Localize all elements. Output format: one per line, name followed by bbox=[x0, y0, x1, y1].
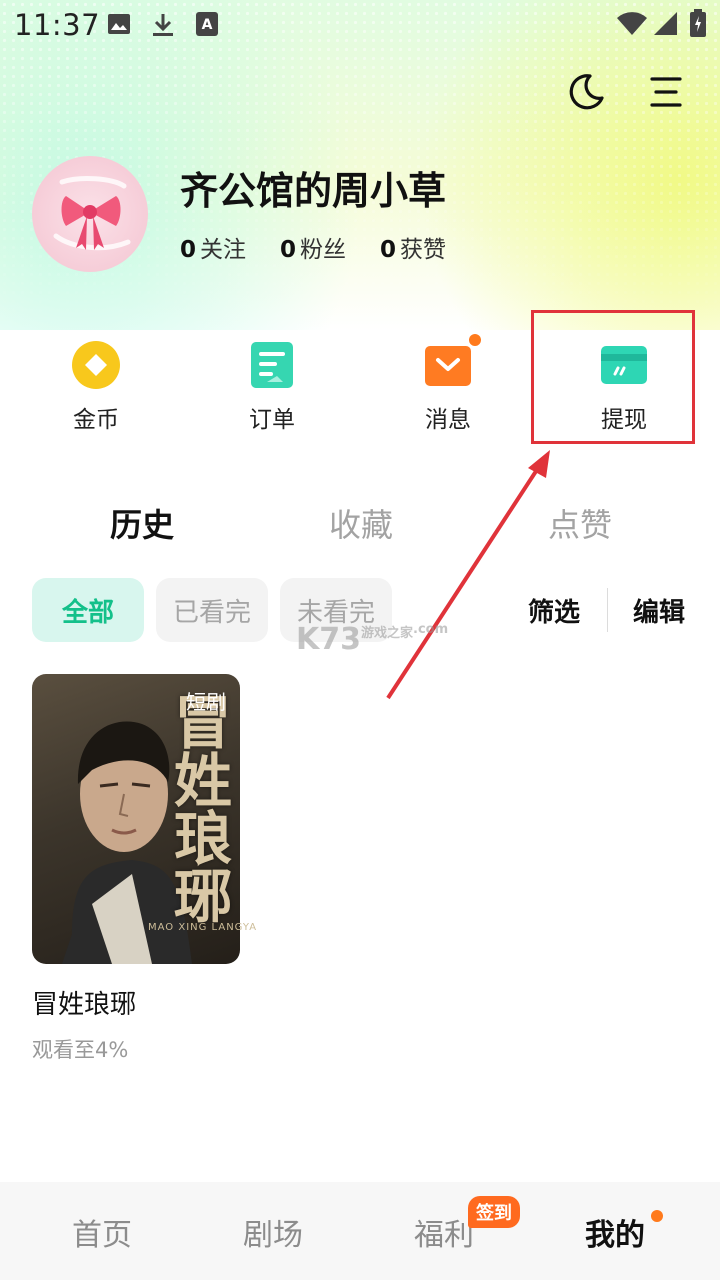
history-item-progress: 观看至4% bbox=[32, 1038, 129, 1062]
tab-favorites[interactable]: 收藏 bbox=[329, 500, 393, 546]
tab-history[interactable]: 历史 bbox=[110, 500, 174, 546]
menu-icon bbox=[650, 77, 682, 107]
quick-action-label: 消息 bbox=[425, 407, 471, 433]
notification-dot bbox=[651, 1210, 663, 1222]
history-item-title[interactable]: 冒姓琅琊 bbox=[32, 984, 136, 1021]
nav-welfare[interactable]: 福利 bbox=[414, 1210, 474, 1254]
watermark-main: K73 bbox=[296, 622, 361, 657]
quick-action-messages[interactable]: 消息 bbox=[388, 334, 508, 434]
stat-following[interactable]: 0 关注 bbox=[180, 230, 246, 264]
quick-action-orders[interactable]: 订单 bbox=[212, 340, 332, 434]
download-icon bbox=[153, 14, 173, 36]
moon-icon bbox=[569, 74, 604, 110]
bow-icon bbox=[53, 176, 131, 251]
watermark: K73游戏之家.com bbox=[296, 622, 448, 657]
order-icon bbox=[251, 342, 293, 388]
tab-likes[interactable]: 点赞 bbox=[548, 500, 612, 546]
poster-subtitle: MAO XING LANGYA bbox=[148, 922, 258, 933]
coin-icon bbox=[72, 341, 120, 389]
quick-action-label: 订单 bbox=[249, 407, 295, 433]
checkin-badge: 签到 bbox=[468, 1196, 520, 1228]
svg-text:A: A bbox=[202, 17, 213, 33]
image-icon bbox=[108, 14, 130, 34]
filter-finished-chip[interactable]: 已看完 bbox=[156, 578, 268, 642]
stat-count: 0 bbox=[380, 237, 397, 263]
filter-all-chip[interactable]: 全部 bbox=[32, 578, 144, 642]
quick-action-label: 金币 bbox=[73, 407, 119, 433]
history-item-poster[interactable]: 冒姓琅琊 短剧 bbox=[32, 674, 240, 964]
status-bar: 11:37 A bbox=[0, 0, 720, 50]
battery-icon bbox=[690, 9, 706, 37]
annotation-arrow-icon bbox=[386, 450, 550, 700]
edit-button[interactable]: 编辑 bbox=[633, 592, 685, 629]
quick-action-coins[interactable]: 金币 bbox=[36, 340, 156, 434]
status-time: 11:37 bbox=[14, 8, 101, 42]
stat-label: 粉丝 bbox=[300, 237, 347, 263]
signal-icon bbox=[654, 12, 677, 35]
message-icon bbox=[425, 346, 471, 386]
stat-label: 关注 bbox=[200, 237, 247, 263]
stat-count: 0 bbox=[180, 237, 197, 263]
username: 齐公馆的周小草 bbox=[180, 169, 447, 213]
profile-stats: 0 关注 0 粉丝 0 获赞 bbox=[180, 230, 446, 264]
stat-label: 获赞 bbox=[400, 237, 447, 263]
watermark-domain: .com bbox=[413, 622, 449, 637]
stat-followers[interactable]: 0 粉丝 bbox=[280, 230, 346, 264]
nav-home[interactable]: 首页 bbox=[72, 1210, 132, 1254]
divider bbox=[607, 588, 608, 632]
poster-title: 冒姓琅琊 bbox=[164, 692, 232, 924]
wifi-icon bbox=[617, 12, 647, 36]
highlight-box bbox=[531, 310, 695, 444]
watermark-sub: 游戏之家 bbox=[361, 626, 414, 641]
notification-dot bbox=[469, 334, 481, 346]
nav-mine[interactable]: 我的 bbox=[585, 1210, 645, 1254]
nav-theater[interactable]: 剧场 bbox=[243, 1210, 303, 1254]
short-drama-badge: 短剧 bbox=[186, 690, 226, 714]
stat-likes[interactable]: 0 获赞 bbox=[380, 230, 446, 264]
menu-button[interactable] bbox=[644, 70, 688, 114]
stat-count: 0 bbox=[280, 237, 297, 263]
avatar[interactable] bbox=[32, 156, 148, 272]
a-badge-icon: A bbox=[196, 12, 218, 36]
night-mode-button[interactable] bbox=[564, 70, 608, 114]
filter-button[interactable]: 筛选 bbox=[528, 592, 580, 629]
